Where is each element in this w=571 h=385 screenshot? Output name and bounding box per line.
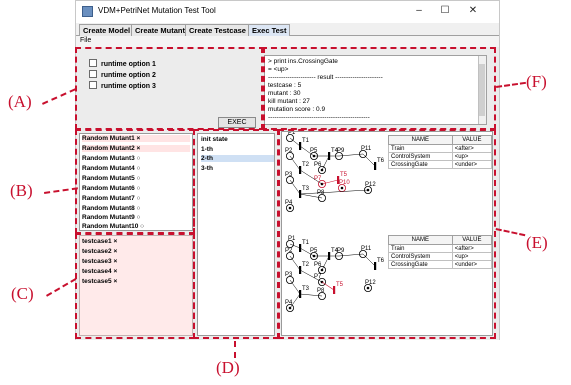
minimize-button[interactable]: – <box>412 4 426 18</box>
close-button[interactable]: ✕ <box>466 4 480 18</box>
leader-line-d <box>234 341 236 358</box>
annotation-label-b: (B) <box>10 181 33 200</box>
annotation-box-d <box>193 129 279 339</box>
window-title: VDM+PetriNet Mutation Test Tool <box>98 6 216 15</box>
menu-bar: File <box>76 36 499 47</box>
app-icon <box>82 6 93 17</box>
annotation-label-c: (C) <box>11 284 34 303</box>
annotation-box-c <box>75 233 195 339</box>
leader-line-b <box>44 187 78 194</box>
menu-file[interactable]: File <box>80 37 91 44</box>
maximize-button[interactable]: ☐ <box>438 4 452 18</box>
annotation-label-e: (E) <box>526 233 548 252</box>
leader-line-f <box>496 81 526 88</box>
annotation-box-e <box>278 129 496 339</box>
tab-create-testcase[interactable]: Create Testcase <box>185 24 250 36</box>
leader-line-a <box>42 88 76 105</box>
leader-line-e <box>495 228 526 237</box>
annotation-box-a <box>75 47 265 130</box>
annotation-label-a: (A) <box>8 92 32 111</box>
title-bar: VDM+PetriNet Mutation Test Tool – ☐ ✕ <box>76 1 499 23</box>
annotation-box-b <box>75 129 195 234</box>
annotation-box-f <box>261 47 496 130</box>
leader-line-c <box>46 278 77 297</box>
tab-create-mutant[interactable]: Create Mutant <box>131 24 190 36</box>
annotation-label-f: (F) <box>526 72 547 91</box>
annotation-label-d: (D) <box>216 358 240 377</box>
tab-create-model[interactable]: Create Model <box>79 24 135 36</box>
tab-exec-test[interactable]: Exec Test <box>248 24 291 36</box>
tab-bar: Create Model Create Mutant Create Testca… <box>76 23 499 36</box>
